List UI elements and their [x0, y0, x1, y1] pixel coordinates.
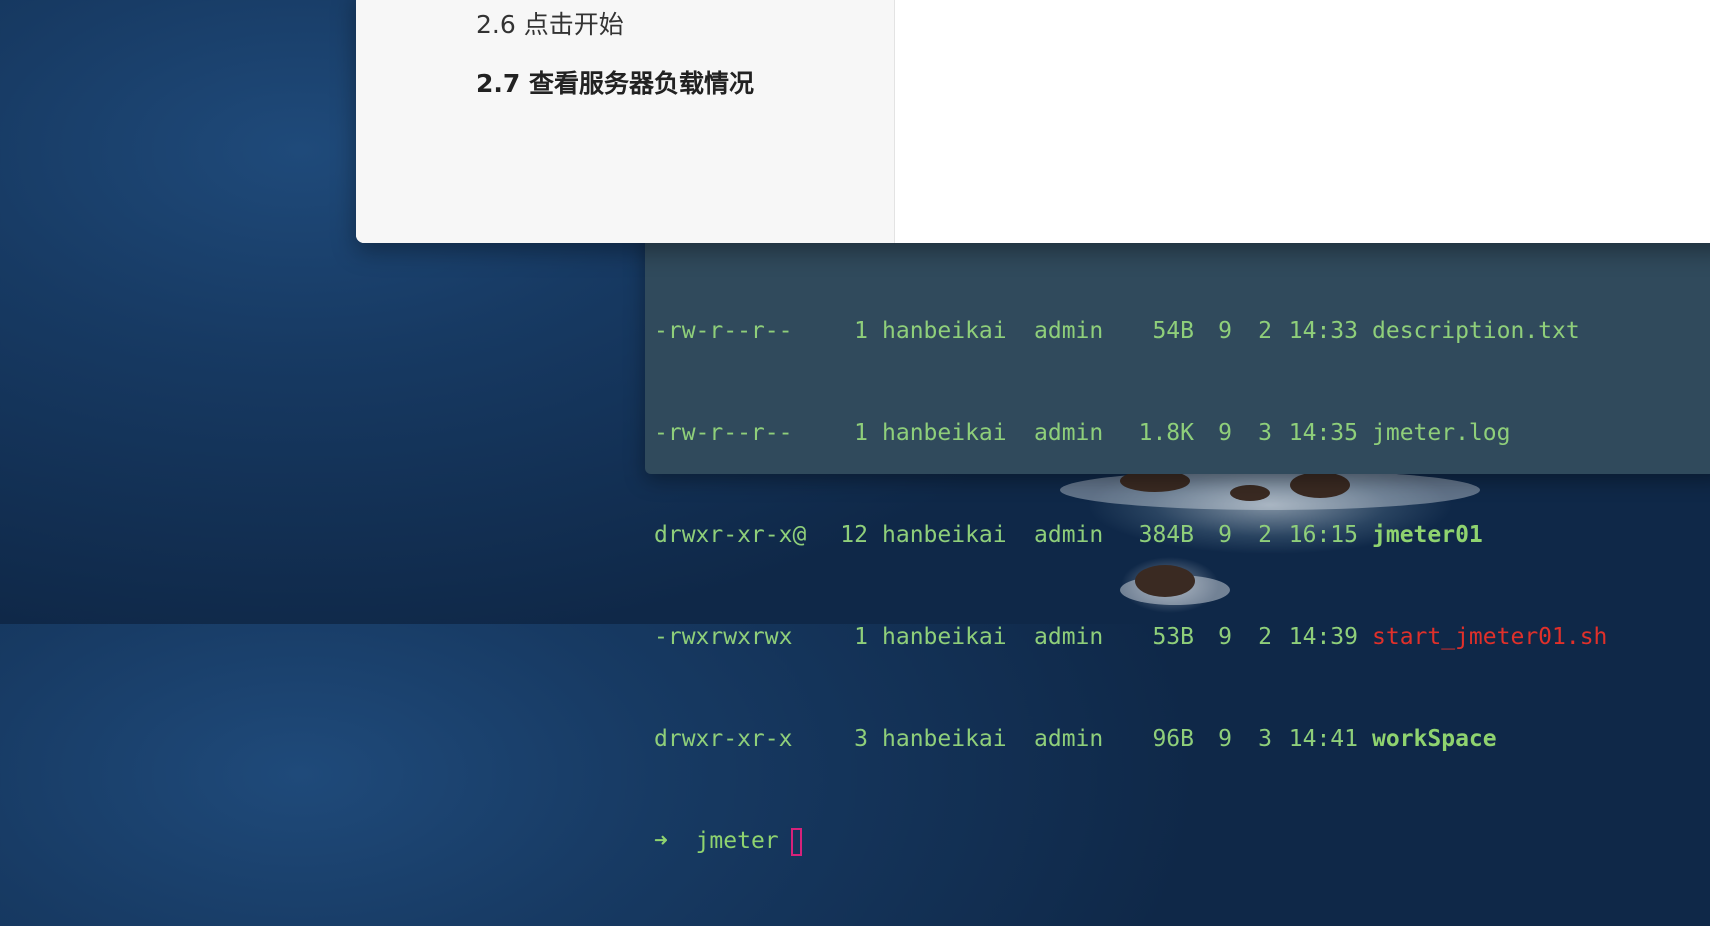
perm: -rwxrwxrwx: [654, 624, 793, 650]
listing-row: -rw-r--r-- 1 hanbeikai admin 1.8K 9 3 14:35 jmet…: [654, 416, 1607, 450]
time: 16:15: [1288, 522, 1358, 548]
directory-name: jmeter01: [1372, 522, 1483, 548]
day: 2: [1258, 318, 1272, 344]
listing-row: -rwxrwxrwx 1 hanbeikai admin 53B 9 2 14:39 start…: [654, 620, 1607, 654]
size: 1.8K: [1138, 420, 1194, 446]
group: admin: [1034, 726, 1104, 752]
time: 14:39: [1288, 624, 1358, 650]
executable-name: start_jmeter01.sh: [1372, 624, 1608, 650]
month: 9: [1218, 624, 1232, 650]
toc-item[interactable]: 2.6 点击开始: [476, 5, 624, 41]
prompt-arrow-icon: ➜: [654, 828, 668, 854]
owner: hanbeikai: [882, 726, 1007, 752]
text-cursor[interactable]: [790, 827, 802, 856]
listing-row: -rw-r--r-- 1 hanbeikai admin 54B 9 2 14:33 descr…: [654, 314, 1607, 348]
day: 2: [1258, 624, 1272, 650]
size: 54B: [1152, 318, 1194, 344]
group: admin: [1034, 318, 1104, 344]
document-window: 2.6 点击开始 2.7 查看服务器负载情况: [356, 0, 1710, 243]
owner: hanbeikai: [882, 624, 1007, 650]
table-of-contents: 2.6 点击开始 2.7 查看服务器负载情况: [356, 0, 895, 243]
owner: hanbeikai: [882, 420, 1007, 446]
perm: -rw-r--r--: [654, 318, 793, 344]
links: 3: [854, 726, 868, 752]
time: 14:41: [1288, 726, 1358, 752]
perm: drwxr-xr-x@: [654, 522, 807, 548]
time: 14:33: [1288, 318, 1358, 344]
month: 9: [1218, 420, 1232, 446]
terminal-window[interactable]: -rw-r--r-- 1 hanbeikai admin 54B 9 2 14:33 descr…: [645, 226, 1710, 856]
links: 1: [854, 318, 868, 344]
file-name: jmeter.log: [1372, 420, 1511, 446]
owner: hanbeikai: [882, 318, 1007, 344]
prompt-directory: jmeter: [695, 828, 779, 854]
month: 9: [1218, 522, 1232, 548]
day: 3: [1258, 420, 1272, 446]
document-content-area[interactable]: [895, 0, 1710, 243]
perm: -rw-r--r--: [654, 420, 793, 446]
group: admin: [1034, 522, 1104, 548]
day: 2: [1258, 522, 1272, 548]
month: 9: [1218, 726, 1232, 752]
file-name: description.txt: [1372, 318, 1580, 344]
day: 3: [1258, 726, 1272, 752]
group: admin: [1034, 624, 1104, 650]
links: 1: [854, 420, 868, 446]
group: admin: [1034, 420, 1104, 446]
listing-row: drwxr-xr-x@ 12 hanbeikai admin 384B 9 2 16:15 jm…: [654, 518, 1607, 552]
toc-item-active[interactable]: 2.7 查看服务器负载情况: [476, 64, 754, 100]
links: 12: [840, 522, 868, 548]
size: 96B: [1152, 726, 1194, 752]
listing-row: drwxr-xr-x 3 hanbeikai admin 96B 9 3 14:41 workS…: [654, 722, 1607, 756]
owner: hanbeikai: [882, 522, 1007, 548]
month: 9: [1218, 318, 1232, 344]
links: 1: [854, 624, 868, 650]
size: 53B: [1152, 624, 1194, 650]
shell-prompt[interactable]: ➜ jmeter: [654, 824, 1607, 858]
time: 14:35: [1288, 420, 1358, 446]
size: 384B: [1138, 522, 1194, 548]
directory-name: workSpace: [1372, 726, 1497, 752]
terminal-output: -rw-r--r-- 1 hanbeikai admin 54B 9 2 14:33 descr…: [654, 246, 1607, 926]
perm: drwxr-xr-x: [654, 726, 793, 752]
